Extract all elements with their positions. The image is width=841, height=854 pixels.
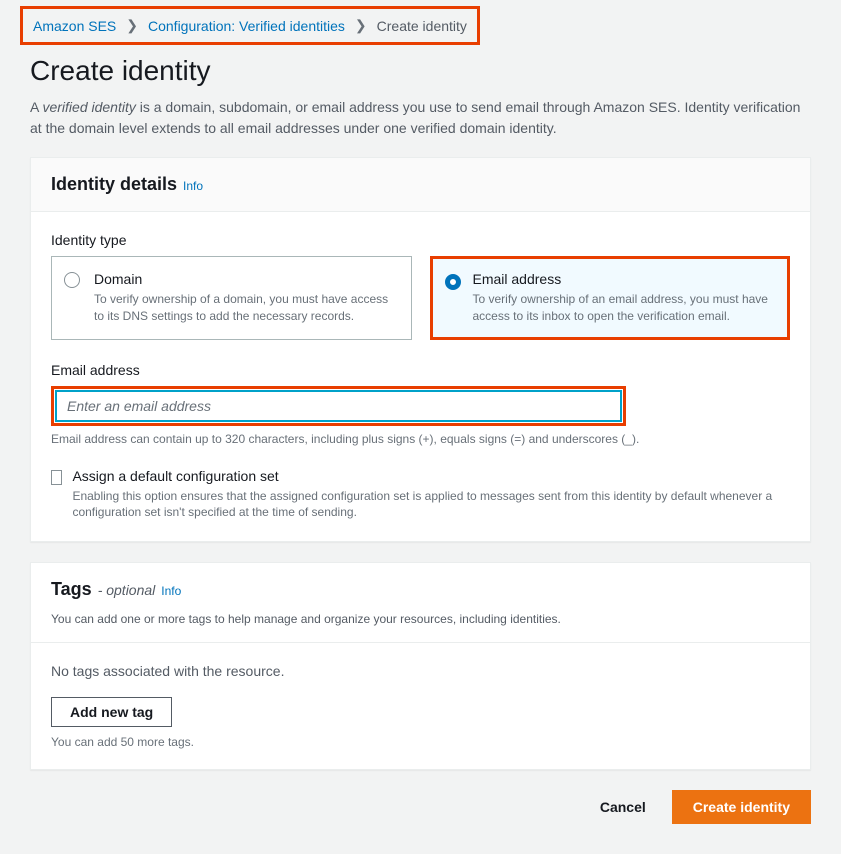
radio-title: Domain xyxy=(94,271,397,287)
tags-title: Tags xyxy=(51,579,92,600)
panel-header: Identity details Info xyxy=(31,158,810,212)
email-field-label: Email address xyxy=(51,362,790,378)
cancel-button[interactable]: Cancel xyxy=(586,790,660,824)
info-link[interactable]: Info xyxy=(183,179,203,193)
radio-icon xyxy=(64,272,80,288)
email-input-highlight xyxy=(51,386,626,426)
radio-desc: To verify ownership of an email address,… xyxy=(473,291,776,325)
identity-type-label: Identity type xyxy=(51,232,790,248)
info-link[interactable]: Info xyxy=(161,584,181,598)
tags-panel: Tags - optional Info You can add one or … xyxy=(30,562,811,770)
configset-desc: Enabling this option ensures that the as… xyxy=(72,488,790,522)
chevron-right-icon: ❯ xyxy=(355,17,367,34)
email-input[interactable] xyxy=(56,391,621,421)
add-new-tag-button[interactable]: Add new tag xyxy=(51,697,172,727)
configset-label: Assign a default configuration set xyxy=(72,468,790,484)
identity-details-title: Identity details xyxy=(51,174,177,195)
breadcrumb-link-ses[interactable]: Amazon SES xyxy=(33,18,116,34)
radio-desc: To verify ownership of a domain, you mus… xyxy=(94,291,397,325)
tags-optional-suffix: - optional xyxy=(98,582,156,598)
assign-configset-checkbox[interactable] xyxy=(51,470,62,485)
page-subtitle: A verified identity is a domain, subdoma… xyxy=(30,97,811,139)
identity-type-email-radio[interactable]: Email address To verify ownership of an … xyxy=(430,256,791,340)
panel-header: Tags - optional Info You can add one or … xyxy=(31,563,810,643)
breadcrumb: Amazon SES ❯ Configuration: Verified ide… xyxy=(20,6,480,45)
breadcrumb-current: Create identity xyxy=(377,18,467,34)
identity-details-panel: Identity details Info Identity type Doma… xyxy=(30,157,811,542)
create-identity-button[interactable]: Create identity xyxy=(672,790,811,824)
tags-desc: You can add one or more tags to help man… xyxy=(51,612,790,626)
identity-type-domain-radio[interactable]: Domain To verify ownership of a domain, … xyxy=(51,256,412,340)
form-actions: Cancel Create identity xyxy=(30,790,811,834)
email-hint: Email address can contain up to 320 char… xyxy=(51,432,790,446)
radio-title: Email address xyxy=(473,271,776,287)
page-title: Create identity xyxy=(30,55,811,87)
breadcrumb-link-verified-identities[interactable]: Configuration: Verified identities xyxy=(148,18,345,34)
tags-empty-text: No tags associated with the resource. xyxy=(51,663,790,679)
tags-limit-text: You can add 50 more tags. xyxy=(51,735,790,749)
radio-icon xyxy=(445,274,461,290)
chevron-right-icon: ❯ xyxy=(126,17,138,34)
